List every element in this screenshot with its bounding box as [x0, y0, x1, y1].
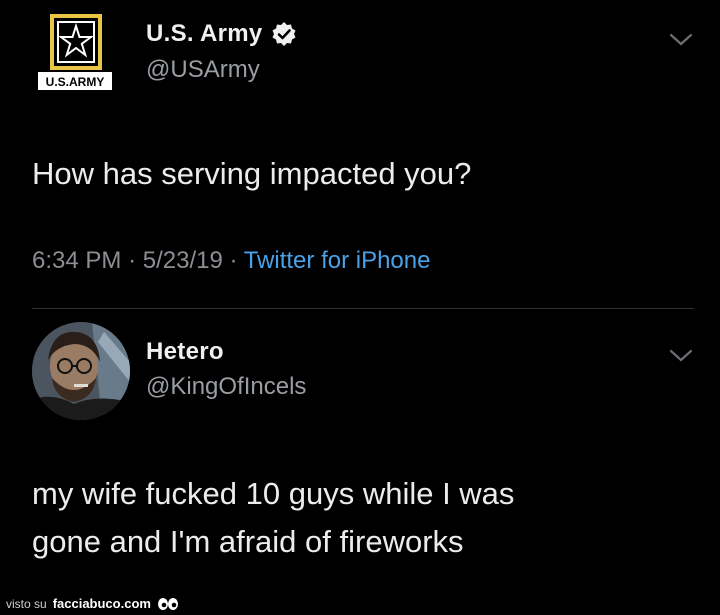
reply-text-line: my wife fucked 10 guys while I was	[32, 476, 515, 511]
chevron-down-icon[interactable]	[668, 32, 694, 48]
meta-separator: ·	[128, 247, 137, 274]
original-tweet: U.S.ARMY U.S. Army @USArmy How has servi…	[0, 0, 720, 308]
verified-badge-icon	[272, 22, 296, 46]
avatar[interactable]	[32, 322, 130, 420]
tweet-client-link[interactable]: Twitter for iPhone	[244, 247, 431, 274]
reply-text-line: gone and I'm afraid of fireworks	[32, 524, 464, 560]
author-display-name[interactable]: U.S. Army	[146, 20, 263, 48]
author-name-row[interactable]: U.S. Army	[146, 20, 297, 48]
tweet-date[interactable]: 5/23/19	[143, 247, 223, 274]
us-army-logo-icon[interactable]: U.S.ARMY	[38, 14, 112, 94]
tweet-text: How has serving impacted you?	[32, 156, 472, 191]
eyes-logo-icon	[157, 597, 178, 610]
logo-text: U.S.ARMY	[46, 75, 105, 89]
reply-author-handle[interactable]: @KingOfIncels	[146, 373, 306, 401]
tweet-meta: 6:34 PM · 5/23/19 · Twitter for iPhone	[32, 247, 430, 275]
watermark: visto su facciabuco.com	[6, 596, 179, 611]
author-handle[interactable]: @USArmy	[146, 56, 260, 84]
meta-separator: ·	[229, 247, 238, 274]
watermark-prefix: visto su	[6, 596, 47, 611]
watermark-brand[interactable]: facciabuco.com	[53, 596, 151, 611]
avatar-image	[32, 322, 130, 420]
chevron-down-icon[interactable]	[668, 348, 694, 364]
tweet-time[interactable]: 6:34 PM	[32, 247, 121, 274]
reply-author-display-name[interactable]: Hetero	[146, 338, 224, 366]
reply-text: my wife fucked 10 guys while I was gone …	[32, 470, 514, 566]
